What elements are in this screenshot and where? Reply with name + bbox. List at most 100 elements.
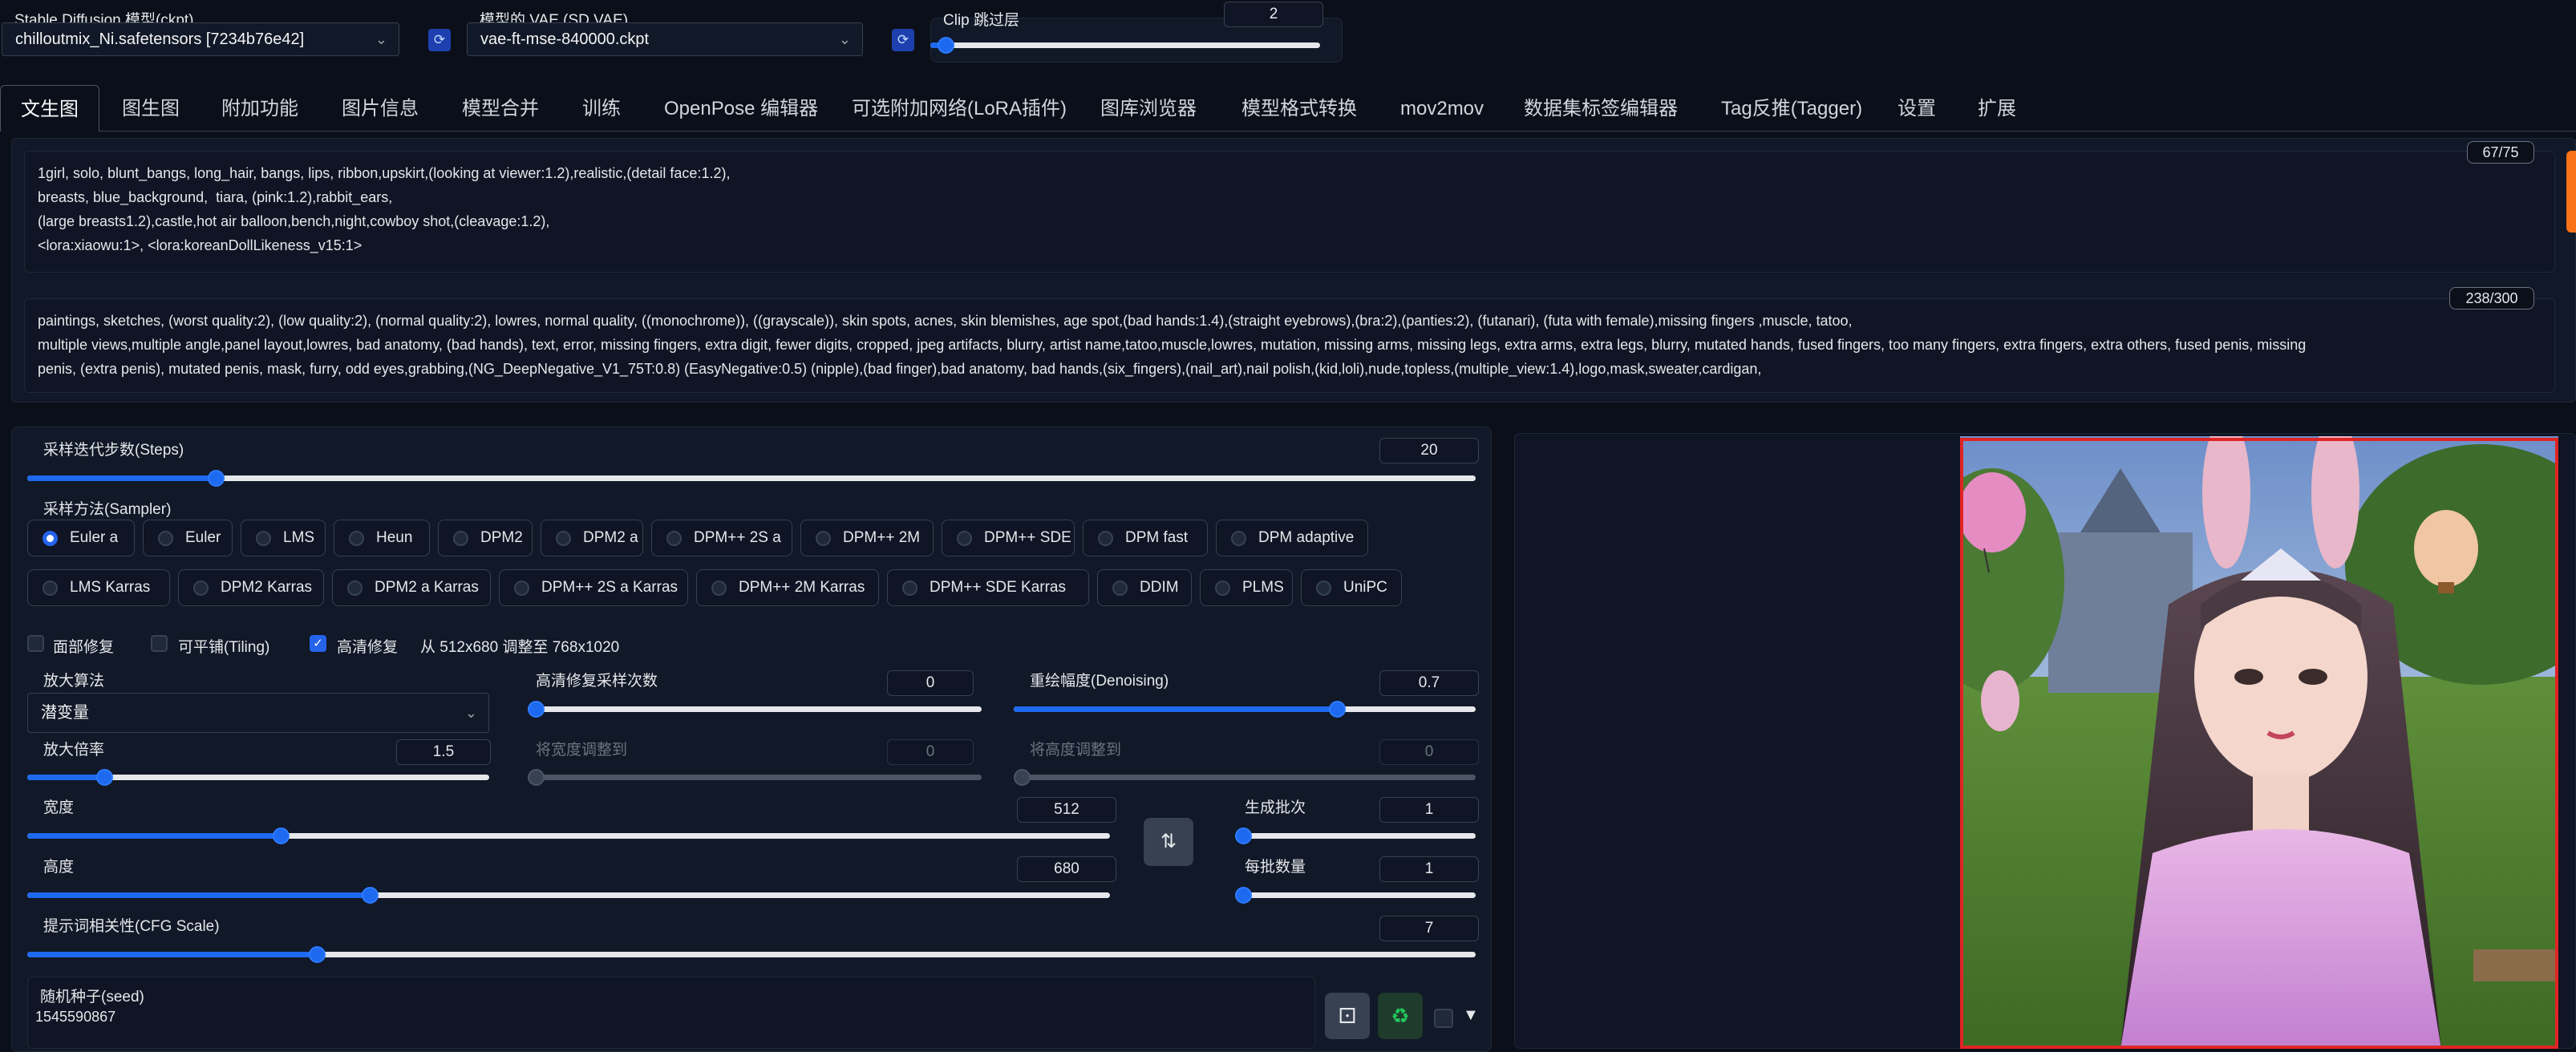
refresh-vae-button[interactable]: ⟳	[892, 29, 914, 51]
sampler-option[interactable]: DPM2 a Karras	[332, 569, 491, 606]
vae-dropdown[interactable]: vae-ft-mse-840000.ckpt ⌄	[467, 22, 863, 56]
steps-slider[interactable]	[27, 467, 1476, 489]
cfg-scale-slider[interactable]	[27, 943, 1476, 965]
sampler-option-label: DPM2 a	[583, 529, 638, 546]
tab-extensions[interactable]: 扩展	[1978, 85, 2016, 132]
radio-dot-icon	[556, 531, 571, 546]
refresh-ckpt-button[interactable]: ⟳	[428, 29, 451, 51]
sampler-option[interactable]: DDIM	[1097, 569, 1192, 606]
extra-seed-checkbox[interactable]	[1434, 1009, 1453, 1028]
height-label: 高度	[43, 859, 75, 876]
sampler-option[interactable]: Euler	[143, 520, 233, 556]
negative-prompt-textarea[interactable]: paintings, sketches, (worst quality:2), …	[24, 298, 2555, 393]
sampler-option[interactable]: DPM++ 2M Karras	[696, 569, 879, 606]
sampler-option[interactable]: DPM++ SDE	[942, 520, 1075, 556]
batch-size-slider[interactable]	[1235, 884, 1476, 906]
denoising-input[interactable]: 0.7	[1379, 670, 1479, 696]
reuse-seed-button[interactable]: ♻	[1378, 993, 1423, 1039]
resize-width-input[interactable]: 0	[887, 739, 974, 765]
face-restore-checkbox[interactable]	[27, 635, 44, 652]
face-restore-label: 面部修复	[53, 639, 115, 656]
upscale-by-slider[interactable]	[27, 766, 489, 788]
sampler-option-label: LMS Karras	[70, 579, 151, 596]
sampler-option[interactable]: LMS	[241, 520, 326, 556]
resize-height-input[interactable]: 0	[1379, 739, 1479, 765]
tab-mov2mov[interactable]: mov2mov	[1400, 85, 1484, 132]
random-seed-button[interactable]: ⚀	[1325, 993, 1370, 1039]
tab-png-info[interactable]: 图片信息	[342, 85, 419, 132]
resize-width-slider[interactable]	[528, 766, 982, 788]
vae-value: vae-ft-mse-840000.ckpt	[480, 30, 650, 48]
sampler-option-label: DPM++ SDE	[984, 529, 1071, 546]
tab-checkpoint-merger[interactable]: 模型合并	[462, 85, 539, 132]
cfg-scale-input[interactable]: 7	[1379, 916, 1479, 941]
sampler-option[interactable]: DPM++ 2M	[800, 520, 934, 556]
sampler-option[interactable]: DPM++ 2S a Karras	[499, 569, 688, 606]
sampler-option-label: DPM++ 2M	[843, 529, 921, 546]
batch-size-input[interactable]: 1	[1379, 856, 1479, 882]
sampler-option[interactable]: DPM2	[438, 520, 533, 556]
sampler-option[interactable]: DPM2 a	[541, 520, 643, 556]
steps-input[interactable]: 20	[1379, 438, 1479, 463]
upscaler-value: 潜变量	[41, 704, 89, 722]
width-slider[interactable]	[27, 824, 1110, 847]
upscale-by-input[interactable]: 1.5	[396, 739, 491, 765]
tab-tagger[interactable]: Tag反推(Tagger)	[1721, 85, 1862, 132]
tab-txt2img[interactable]: 文生图	[0, 85, 99, 132]
clip-skip-input[interactable]: 2	[1224, 2, 1323, 27]
upscale-by-label: 放大倍率	[43, 742, 105, 759]
resize-height-slider[interactable]	[1014, 766, 1476, 788]
sampler-option[interactable]: DPM2 Karras	[178, 569, 324, 606]
ckpt-dropdown[interactable]: chilloutmix_Ni.safetensors [7234b76e42] …	[2, 22, 399, 56]
positive-prompt-textarea[interactable]: 1girl, solo, blunt_bangs, long_hair, ban…	[24, 151, 2555, 273]
clip-skip-slider[interactable]	[930, 34, 1320, 56]
tab-additional-networks[interactable]: 可选附加网络(LoRA插件)	[852, 85, 1067, 132]
upscaler-dropdown[interactable]: 潜变量 ⌄	[27, 693, 489, 733]
height-slider[interactable]	[27, 884, 1110, 906]
sampler-option[interactable]: DPM++ SDE Karras	[887, 569, 1089, 606]
sampler-option[interactable]: DPM fast	[1083, 520, 1208, 556]
sampler-option[interactable]: PLMS	[1200, 569, 1293, 606]
batch-count-input[interactable]: 1	[1379, 797, 1479, 823]
sampler-option-label: DDIM	[1140, 579, 1179, 596]
seed-input[interactable]: 1545590867	[35, 1009, 115, 1026]
generate-button-edge[interactable]	[2566, 151, 2576, 233]
tab-settings[interactable]: 设置	[1898, 85, 1936, 132]
tab-extras[interactable]: 附加功能	[221, 85, 298, 132]
radio-dot-icon	[711, 581, 727, 596]
generated-image[interactable]	[1960, 436, 2558, 1049]
sampler-option[interactable]: Euler a	[27, 520, 135, 556]
height-input[interactable]: 680	[1017, 856, 1116, 882]
swap-dimensions-button[interactable]: ⇅	[1144, 818, 1193, 866]
sampler-option-label: PLMS	[1242, 579, 1284, 596]
radio-dot-icon	[43, 531, 58, 546]
triangle-down-icon[interactable]: ▼	[1463, 1006, 1479, 1025]
sampler-option-label: UniPC	[1343, 579, 1387, 596]
tab-dataset-tag-editor[interactable]: 数据集标签编辑器	[1524, 85, 1678, 132]
sampler-option[interactable]: UniPC	[1301, 569, 1402, 606]
sampler-option[interactable]: DPM adaptive	[1216, 520, 1368, 556]
radio-dot-icon	[957, 531, 972, 546]
tiling-checkbox[interactable]	[151, 635, 168, 652]
batch-count-slider[interactable]	[1235, 824, 1476, 847]
sampler-option[interactable]: Heun	[334, 520, 430, 556]
tab-img2img[interactable]: 图生图	[122, 85, 180, 132]
sampler-option-label: Euler	[185, 529, 221, 546]
tab-image-browser[interactable]: 图库浏览器	[1100, 85, 1197, 132]
ckpt-value: chilloutmix_Ni.safetensors [7234b76e42]	[15, 30, 305, 48]
width-input[interactable]: 512	[1017, 797, 1116, 823]
hires-steps-input[interactable]: 0	[887, 670, 974, 696]
sampler-option[interactable]: DPM++ 2S a	[651, 520, 792, 556]
radio-dot-icon	[193, 581, 209, 596]
tab-openpose-editor[interactable]: OpenPose 编辑器	[664, 85, 818, 132]
steps-label: 采样迭代步数(Steps)	[43, 442, 184, 459]
denoising-slider[interactable]	[1014, 698, 1476, 720]
tab-train[interactable]: 训练	[582, 85, 621, 132]
sampler-option[interactable]: LMS Karras	[27, 569, 170, 606]
hires-steps-slider[interactable]	[528, 698, 982, 720]
seed-label: 随机种子(seed)	[40, 989, 144, 1005]
tab-model-converter[interactable]: 模型格式转换	[1241, 85, 1357, 132]
sampler-label: 采样方法(Sampler)	[43, 501, 172, 518]
radio-dot-icon	[347, 581, 363, 596]
hires-fix-checkbox[interactable]: ✓	[310, 635, 326, 652]
